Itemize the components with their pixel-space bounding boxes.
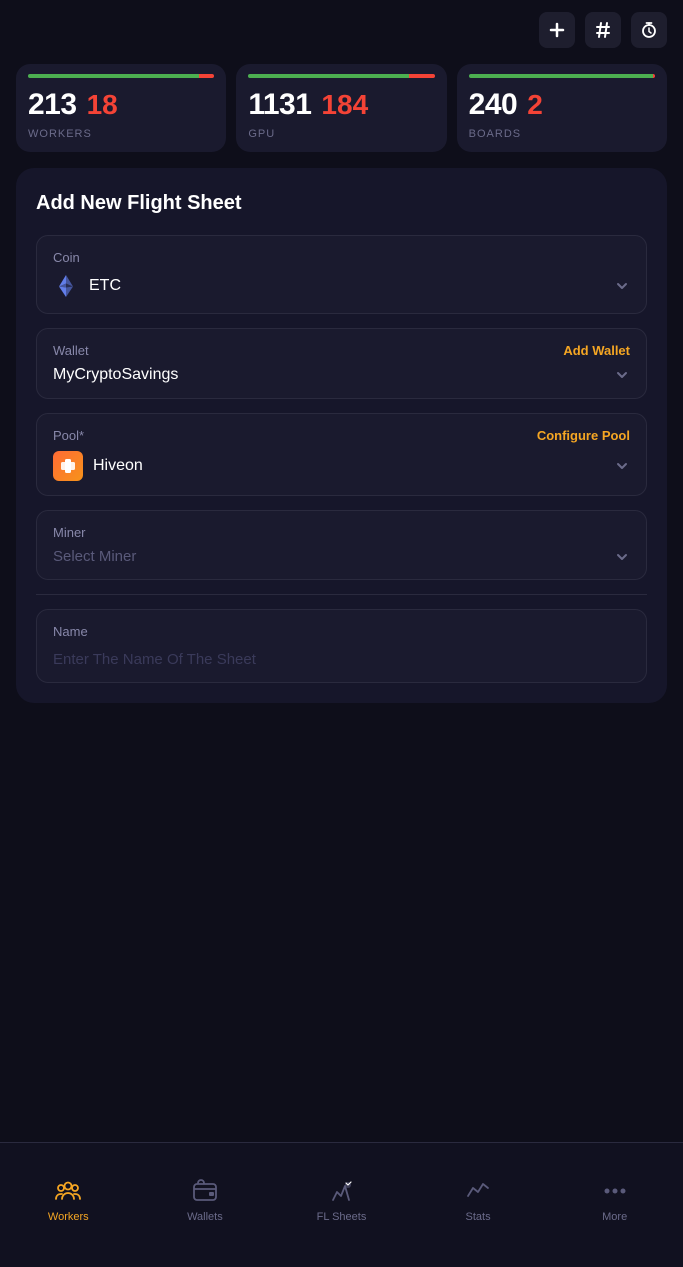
name-label: Name <box>53 624 630 639</box>
pool-field-value: Hiveon <box>53 451 630 481</box>
pool-field[interactable]: Pool* Configure Pool Hiveon <box>36 413 647 496</box>
boards-alert-value: 2 <box>527 89 543 121</box>
form-title: Add New Flight Sheet <box>36 192 647 215</box>
more-nav-icon <box>601 1177 629 1205</box>
hash-button[interactable] <box>585 12 621 48</box>
gpu-numbers: 1131 184 <box>248 88 434 122</box>
configure-pool-button[interactable]: Configure Pool <box>537 428 630 443</box>
flsheets-nav-icon <box>327 1177 355 1205</box>
wallets-nav-label: Wallets <box>187 1211 223 1223</box>
stat-card-gpu[interactable]: 1131 184 GPU <box>236 64 446 152</box>
wallet-label: Wallet <box>53 343 89 358</box>
coin-label: Coin <box>53 250 80 265</box>
boards-label: BOARDS <box>469 128 655 140</box>
gpu-bar <box>248 74 434 78</box>
stats-row: 213 18 WORKERS 1131 184 GPU 240 2 BOARDS <box>0 56 683 168</box>
wallet-field-header: Wallet Add Wallet <box>53 343 630 358</box>
workers-alert-value: 18 <box>87 89 118 121</box>
workers-label: WORKERS <box>28 128 214 140</box>
coin-selected: ETC <box>53 273 121 299</box>
top-bar <box>0 0 683 56</box>
ethereum-icon <box>53 273 79 299</box>
boards-main-value: 240 <box>469 88 518 122</box>
nav-item-workers[interactable]: Workers <box>0 1177 137 1223</box>
gpu-alert-value: 184 <box>321 89 368 121</box>
gpu-label: GPU <box>248 128 434 140</box>
pool-value: Hiveon <box>93 457 143 475</box>
coin-field-header: Coin <box>53 250 630 265</box>
wallets-nav-icon <box>191 1177 219 1205</box>
nav-item-more[interactable]: More <box>546 1177 683 1223</box>
wallet-field-value: MyCryptoSavings <box>53 366 630 384</box>
workers-nav-icon <box>54 1177 82 1205</box>
more-nav-label: More <box>602 1211 627 1223</box>
stats-nav-label: Stats <box>466 1211 491 1223</box>
name-field[interactable]: Name Enter The Name Of The Sheet <box>36 609 647 683</box>
workers-numbers: 213 18 <box>28 88 214 122</box>
wallet-field[interactable]: Wallet Add Wallet MyCryptoSavings <box>36 328 647 399</box>
name-placeholder: Enter The Name Of The Sheet <box>53 651 630 668</box>
pool-label: Pool* <box>53 428 84 443</box>
gpu-main-value: 1131 <box>248 88 311 122</box>
form-card: Add New Flight Sheet Coin ETC <box>16 168 667 703</box>
workers-main-value: 213 <box>28 88 77 122</box>
coin-field[interactable]: Coin ETC <box>36 235 647 314</box>
pool-field-header: Pool* Configure Pool <box>53 428 630 443</box>
wallet-value: MyCryptoSavings <box>53 366 178 384</box>
bottom-nav: Workers Wallets FL Sheets <box>0 1142 683 1267</box>
miner-label: Miner <box>53 525 86 540</box>
boards-numbers: 240 2 <box>469 88 655 122</box>
pool-chevron-icon <box>614 458 630 474</box>
coin-field-value: ETC <box>53 273 630 299</box>
nav-item-stats[interactable]: Stats <box>410 1177 547 1223</box>
flsheets-nav-label: FL Sheets <box>317 1211 367 1223</box>
miner-field[interactable]: Miner Select Miner <box>36 510 647 580</box>
add-button[interactable] <box>539 12 575 48</box>
coin-chevron-icon <box>614 278 630 294</box>
wallet-chevron-icon <box>614 367 630 383</box>
hiveon-icon <box>53 451 83 481</box>
timer-button[interactable] <box>631 12 667 48</box>
add-wallet-button[interactable]: Add Wallet <box>563 343 630 358</box>
nav-item-wallets[interactable]: Wallets <box>137 1177 274 1223</box>
miner-chevron-icon <box>614 549 630 565</box>
nav-item-flsheets[interactable]: FL Sheets <box>273 1177 410 1223</box>
boards-bar <box>469 74 655 78</box>
coin-value: ETC <box>89 277 121 295</box>
stats-nav-icon <box>464 1177 492 1205</box>
stat-card-workers[interactable]: 213 18 WORKERS <box>16 64 226 152</box>
stat-card-boards[interactable]: 240 2 BOARDS <box>457 64 667 152</box>
miner-field-header: Miner <box>53 525 630 540</box>
pool-selected: Hiveon <box>53 451 143 481</box>
workers-bar <box>28 74 214 78</box>
main-content: Add New Flight Sheet Coin ETC <box>0 168 683 703</box>
workers-nav-label: Workers <box>48 1211 89 1223</box>
miner-field-value: Select Miner <box>53 548 630 565</box>
miner-placeholder: Select Miner <box>53 548 136 565</box>
form-divider <box>36 594 647 595</box>
